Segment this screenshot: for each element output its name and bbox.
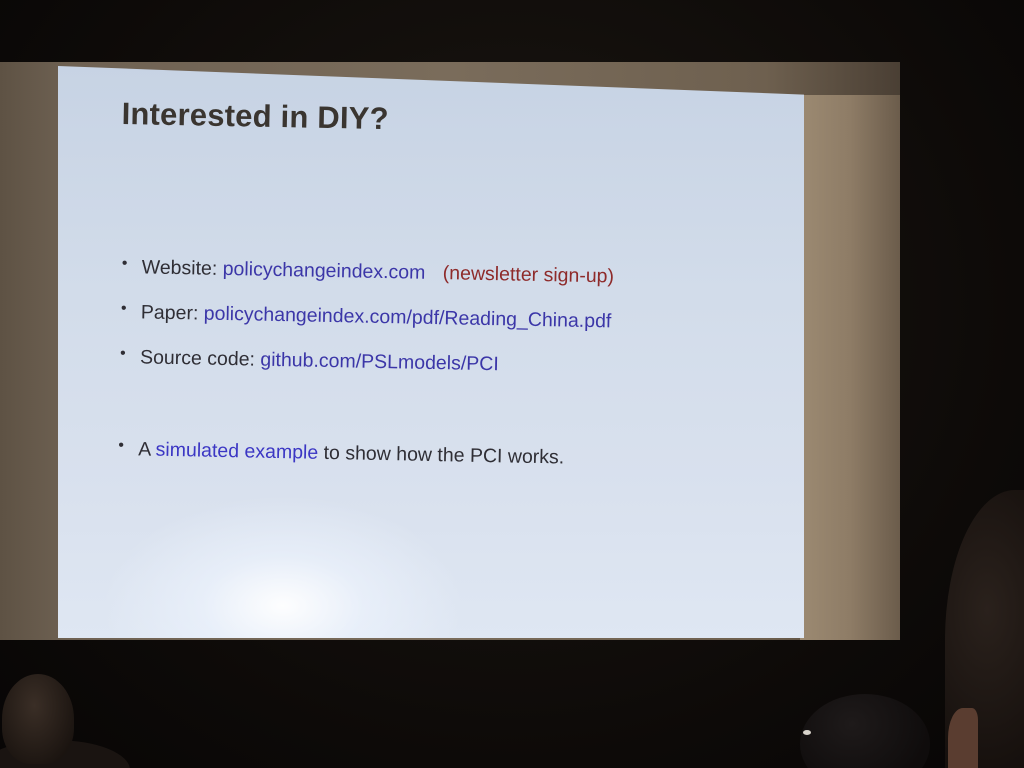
example-suffix: to show how the PCI works. [323,441,565,469]
simulated-example-link[interactable]: simulated example [155,439,318,464]
bullet-example: • A simulated example to show how the PC… [118,436,611,492]
projection-photo: Interested in DIY? • Website: policychan… [0,0,1024,768]
screen-border-right [800,95,900,640]
glasses-glint [803,730,811,735]
example-prefix: A [138,438,151,461]
bullet-label: Website: [141,256,218,280]
bullet-dot: • [118,436,125,455]
audience-head-left [2,674,74,764]
presentation-slide: Interested in DIY? • Website: policychan… [58,66,804,638]
slide-title: Interested in DIY? [121,96,390,137]
slide-bullet-list: • Website: policychangeindex.com (newsle… [118,255,615,492]
audience-face-edge [948,708,978,768]
bullet-dot: • [121,255,128,273]
bullet-label: Paper: [140,301,199,325]
source-code-link[interactable]: github.com/PSLmodels/PCI [260,349,499,376]
bullet-dot: • [119,344,126,363]
website-link[interactable]: policychangeindex.com [222,258,425,284]
audience-head-center-right [800,694,930,768]
bullet-source-code: • Source code: github.com/PSLmodels/PCI [119,344,612,400]
bullet-dot: • [120,299,127,318]
newsletter-note: (newsletter sign-up) [442,262,615,288]
bullet-label: Source code: [139,346,256,371]
